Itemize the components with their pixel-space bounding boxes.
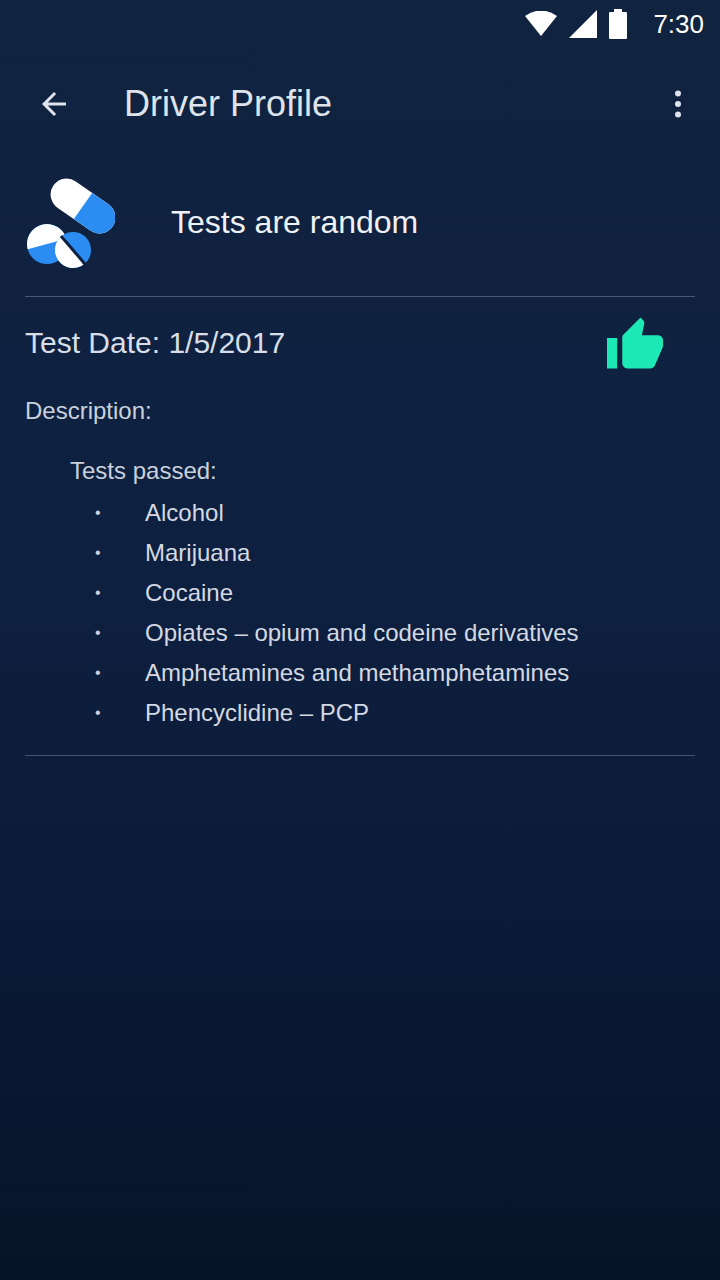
test-date-row: Test Date: 1/5/2017 — [25, 315, 695, 371]
bullet-icon: • — [95, 584, 145, 602]
pills-icon — [25, 174, 115, 270]
screen: 7:30 Driver Profile Tests are random Test D… — [0, 0, 720, 1280]
test-item: •Cocaine — [95, 573, 695, 613]
divider — [25, 755, 695, 756]
app-bar: Driver Profile — [0, 48, 720, 160]
thumbs-up-icon — [603, 315, 667, 371]
test-name: Alcohol — [145, 499, 224, 527]
description-label: Description: — [25, 397, 695, 425]
signal-icon — [569, 10, 597, 38]
tests-list: •Alcohol•Marijuana•Cocaine•Opiates – opi… — [25, 493, 695, 733]
status-bar: 7:30 — [0, 0, 720, 48]
test-name: Amphetamines and methamphetamines — [145, 659, 569, 687]
test-item: •Phencyclidine – PCP — [95, 693, 695, 733]
app-title: Driver Profile — [124, 83, 660, 125]
test-name: Opiates – opium and codeine derivatives — [145, 619, 579, 647]
list-title: Tests passed: — [70, 457, 695, 485]
test-name: Marijuana — [145, 539, 250, 567]
more-menu-icon[interactable] — [660, 86, 696, 122]
header-text: Tests are random — [171, 204, 418, 241]
back-arrow-icon[interactable] — [36, 86, 72, 122]
test-header: Tests are random — [0, 160, 720, 296]
test-item: •Alcohol — [95, 493, 695, 533]
test-item: •Amphetamines and methamphetamines — [95, 653, 695, 693]
wifi-icon — [525, 11, 557, 37]
test-name: Phencyclidine – PCP — [145, 699, 369, 727]
bullet-icon: • — [95, 704, 145, 722]
test-date: Test Date: 1/5/2017 — [25, 326, 285, 360]
test-name: Cocaine — [145, 579, 233, 607]
bullet-icon: • — [95, 544, 145, 562]
divider — [25, 296, 695, 297]
test-item: •Opiates – opium and codeine derivatives — [95, 613, 695, 653]
status-time: 7:30 — [653, 9, 704, 40]
bullet-icon: • — [95, 664, 145, 682]
test-item: •Marijuana — [95, 533, 695, 573]
battery-icon — [609, 9, 627, 39]
bullet-icon: • — [95, 504, 145, 522]
test-result: Test Date: 1/5/2017 Description: Tests pas… — [0, 297, 720, 755]
bullet-icon: • — [95, 624, 145, 642]
